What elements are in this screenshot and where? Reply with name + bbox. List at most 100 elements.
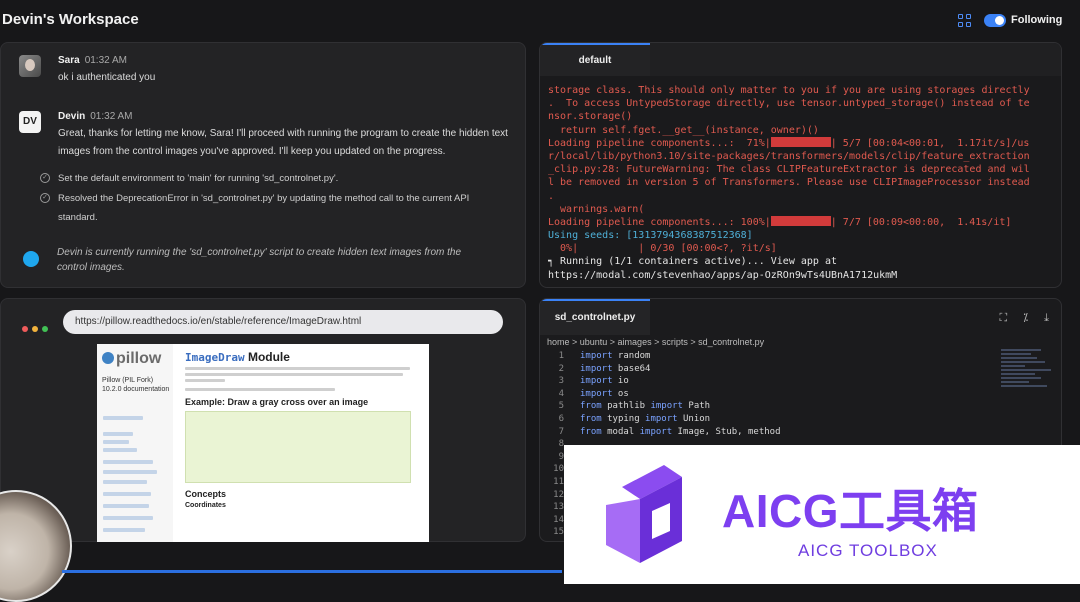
avatar — [19, 55, 41, 77]
code-line: 5 from pathlib import Path — [550, 400, 781, 413]
minimize-dot-icon[interactable] — [32, 326, 38, 332]
watermark-title: AICG工具箱 — [722, 485, 979, 537]
line-number: 4 — [558, 388, 564, 399]
line-number: 2 — [558, 363, 564, 374]
terminal-line: https://modal.com/stevenhao/apps/ap-OzRO… — [548, 269, 898, 281]
line-number: 9 — [558, 451, 564, 462]
line-number: 3 — [558, 376, 564, 387]
sidebar-link[interactable] — [103, 440, 129, 444]
message-time: 01:32 AM — [84, 55, 127, 66]
docs-page[interactable]: pillow Pillow (PIL Fork) 10.2.0 document… — [97, 344, 429, 542]
coordinates-heading: Coordinates — [185, 502, 226, 509]
tab-sd-controlnet[interactable]: sd_controlnet.py — [540, 299, 650, 335]
search-box[interactable] — [103, 416, 143, 420]
code-line: 1 import random — [550, 350, 781, 363]
terminal-line: return self.fget.__get__(instance, owner… — [548, 124, 819, 136]
checklist-text: Set the default environment to 'main' fo… — [58, 173, 339, 184]
expand-icon[interactable]: ⛶ — [999, 312, 1007, 324]
line-number: 5 — [558, 401, 564, 412]
editor-toolbar: ⛶ ⁒ ⤓ — [983, 311, 1049, 325]
checklist-text: Resolved the DeprecationError in 'sd_con… — [58, 193, 470, 223]
code-line: 2 import base64 — [550, 363, 781, 376]
watermark-banner: AICG工具箱 AICG TOOLBOX — [564, 445, 1080, 584]
line-number: 1 — [558, 351, 564, 361]
terminal-line: _clip.py:28: FutureWarning: The class CL… — [548, 164, 1030, 176]
line-number: 7 — [558, 426, 564, 437]
close-dot-icon[interactable] — [22, 326, 28, 332]
terminal-line: r/local/lib/python3.10/site-packages/tra… — [548, 150, 1030, 162]
download-icon[interactable]: ⤓ — [1044, 312, 1049, 324]
line-number: 11 — [553, 476, 564, 487]
status-text: Devin is currently running the 'sd_contr… — [57, 247, 462, 273]
terminal-line: l be removed in version 5 of Transformer… — [548, 177, 1030, 189]
code-line: 3 import io — [550, 375, 781, 388]
workspace-title: Devin's Workspace — [2, 11, 139, 28]
example-heading: Example: Draw a gray cross over an image — [185, 397, 369, 407]
layout-grid-icon[interactable] — [958, 14, 971, 27]
terminal-line: Loading pipeline components...: 71%| | 5/… — [548, 136, 1030, 149]
docs-content: ImageDraw Module Example: Draw a gray cr… — [185, 350, 423, 509]
line-number: 13 — [553, 502, 564, 513]
line-number: 12 — [553, 489, 564, 500]
line-number: 8 — [558, 439, 564, 450]
sidebar-link[interactable] — [103, 432, 133, 436]
following-label: Following — [1011, 14, 1063, 26]
message-time: 01:32 AM — [90, 111, 133, 122]
docs-sidebar: pillow Pillow (PIL Fork) 10.2.0 document… — [97, 344, 173, 542]
terminal-line: ┑ Running (1/1 containers active)... Vie… — [548, 256, 837, 268]
terminal-line: nsor.storage() — [548, 111, 633, 123]
address-bar[interactable]: https://pillow.readthedocs.io/en/stable/… — [63, 310, 503, 334]
running-status-icon — [23, 251, 39, 267]
terminal-line: storage class. This should only matter t… — [548, 85, 1030, 96]
message-text: ok i authenticated you — [58, 72, 156, 83]
author-name: Devin — [58, 111, 86, 122]
line-number: 15 — [553, 527, 564, 538]
sidebar-link[interactable] — [103, 504, 149, 508]
terminal-line: 0%| | 0/30 [00:00<?, ?it/s] — [548, 243, 777, 255]
check-circle-icon: ✓ — [40, 173, 50, 183]
terminal-line: . — [548, 190, 555, 202]
following-toggle[interactable] — [984, 14, 1006, 27]
message-author: Devin 01:32 AM — [58, 111, 133, 122]
line-number: 10 — [553, 464, 564, 475]
paragraph-line — [185, 388, 335, 391]
sidebar-link[interactable] — [103, 460, 153, 464]
watermark-subtitle: AICG TOOLBOX — [798, 541, 938, 560]
line-number: 6 — [558, 413, 564, 424]
docs-project-name: Pillow (PIL Fork) 10.2.0 documentation — [102, 377, 170, 393]
maximize-dot-icon[interactable] — [42, 326, 48, 332]
terminal-output: storage class. This should only matter t… — [548, 84, 1058, 282]
checklist-item: ✓ Set the default environment to 'main' … — [40, 169, 480, 188]
message-author: Sara 01:32 AM — [58, 55, 127, 66]
diff-icon[interactable]: ⁒ — [1023, 312, 1028, 324]
terminal-line: . To access UntypedStorage directly, use… — [548, 98, 1030, 110]
breadcrumb: home > ubuntu > aimages > scripts > sd_c… — [547, 337, 765, 347]
pillow-logo-icon — [102, 352, 114, 364]
tab-default[interactable]: default — [540, 43, 650, 76]
check-circle-icon: ✓ — [40, 193, 50, 203]
code-example — [185, 411, 411, 483]
checklist-item: ✓ Resolved the DeprecationError in 'sd_c… — [40, 189, 480, 227]
playback-progress[interactable] — [62, 570, 562, 573]
terminal-line: Loading pipeline components...: 100%| | 7… — [548, 215, 1012, 228]
concepts-heading: Concepts — [185, 489, 227, 499]
window-controls — [22, 319, 52, 337]
sidebar-link[interactable] — [103, 448, 137, 452]
workspace-header: Devin's Workspace Following — [0, 0, 1080, 40]
code-line: 6 from typing import Union — [550, 413, 781, 426]
terminal-panel: default storage class. This should only … — [539, 42, 1062, 288]
code-line: 7 from modal import Image, Stub, method — [550, 426, 781, 439]
paragraph-line — [185, 367, 410, 370]
sidebar-link[interactable] — [103, 492, 151, 496]
sidebar-link[interactable] — [103, 528, 145, 532]
author-name: Sara — [58, 55, 80, 66]
sidebar-link[interactable] — [103, 516, 153, 520]
sidebar-link[interactable] — [103, 480, 147, 484]
docs-title: ImageDraw Module — [185, 350, 290, 364]
progress-bar — [770, 136, 831, 147]
paragraph-line — [185, 379, 225, 382]
paragraph-line — [185, 373, 403, 376]
progress-bar — [770, 215, 831, 226]
code-line: 4 import os — [550, 388, 781, 401]
sidebar-link[interactable] — [103, 470, 157, 474]
